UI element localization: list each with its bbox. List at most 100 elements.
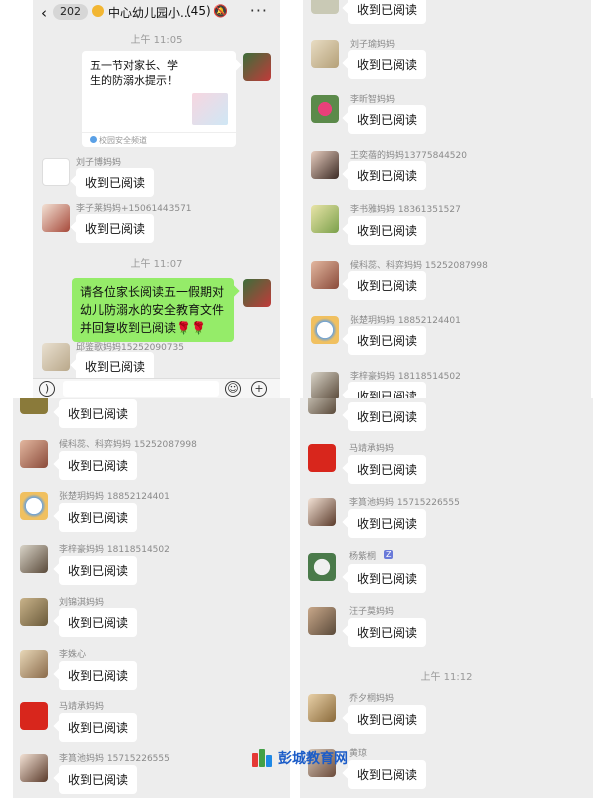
avatar[interactable] [308, 398, 336, 414]
divider [82, 132, 236, 133]
message-bubble[interactable]: 收到已阅读 [59, 661, 138, 690]
nickname-badge: Z [384, 550, 394, 559]
sender-nickname: 马靖承妈妈 [349, 444, 395, 454]
emoji-icon[interactable]: ☺ [225, 381, 241, 397]
message-bubble[interactable]: 收到已阅读 [348, 0, 427, 24]
chat-title: 中心幼儿园小... [108, 6, 192, 20]
article-thumbnail [192, 93, 228, 125]
avatar[interactable] [42, 204, 70, 232]
timestamp: 上午 11:07 [130, 259, 183, 270]
avatar[interactable] [311, 261, 339, 289]
avatar[interactable] [311, 372, 339, 398]
avatar[interactable] [311, 0, 339, 14]
more-icon[interactable]: ··· [250, 1, 268, 20]
message-bubble[interactable]: 收到已阅读 [76, 168, 155, 197]
sender-nickname: 候科蕊、科弈妈妈 15252087998 [350, 261, 488, 271]
message-bubble[interactable]: 收到已阅读 [348, 50, 427, 79]
sender-nickname: 刘子博妈妈 [76, 158, 122, 168]
message-bubble[interactable]: 收到已阅读 [59, 399, 138, 428]
avatar[interactable] [308, 607, 336, 635]
message-bubble[interactable]: 收到已阅读 [348, 509, 427, 538]
avatar[interactable] [311, 316, 339, 344]
chat-panel-4: 收到已阅读 马靖承妈妈 收到已阅读 李篔池妈妈 15715226555 收到已阅… [300, 398, 593, 798]
message-bubble[interactable]: 收到已阅读 [76, 214, 155, 243]
article-source: 校园安全频道 [90, 135, 147, 146]
avatar[interactable] [311, 205, 339, 233]
sender-nickname: 汪子莫妈妈 [349, 607, 395, 617]
sender-nickname: 刘子瑜妈妈 [350, 40, 396, 50]
avatar[interactable] [20, 702, 48, 730]
sender-nickname: 乔夕桐妈妈 [349, 694, 395, 704]
channel-icon [90, 136, 97, 143]
avatar[interactable] [243, 279, 271, 307]
watermark-text: 彭城教育网 [278, 751, 348, 767]
article-card[interactable]: 五一节对家长、学生的防溺水提示！ 校园安全频道 [82, 51, 236, 147]
message-bubble[interactable]: 收到已阅读 [348, 455, 427, 484]
message-bubble[interactable]: 收到已阅读 [348, 705, 427, 734]
sender-nickname: 李昕智妈妈 [350, 95, 396, 105]
watermark: 彭城教育网 [252, 748, 348, 768]
avatar[interactable] [308, 694, 336, 722]
message-bubble[interactable]: 收到已阅读 [59, 765, 138, 794]
sender-nickname: 张楚玥妈妈 18852124401 [59, 492, 170, 502]
sender-nickname: 李梓豪妈妈 18118514502 [350, 372, 461, 382]
mute-icon: 🔕 [213, 4, 228, 18]
message-bubble[interactable]: 收到已阅读 [348, 382, 427, 398]
avatar[interactable] [311, 95, 339, 123]
plus-icon[interactable]: + [251, 381, 267, 397]
avatar[interactable] [308, 444, 336, 472]
sender-nickname: 李篔池妈妈 15715226555 [59, 754, 170, 764]
input-bar: ) ☺ + [33, 378, 280, 398]
message-bubble[interactable]: 收到已阅读 [348, 564, 427, 593]
message-bubble[interactable]: 收到已阅读 [59, 713, 138, 742]
sender-nickname: 王奕蓓的妈妈13775844520 [350, 151, 467, 161]
message-bubble[interactable]: 收到已阅读 [348, 326, 427, 355]
chat-panel-3: 收到已阅读 候科蕊、科弈妈妈 15252087998 收到已阅读 张楚玥妈妈 1… [13, 398, 290, 798]
message-bubble[interactable]: 收到已阅读 [348, 216, 427, 245]
sender-nickname: 马靖承妈妈 [59, 702, 105, 712]
back-icon[interactable]: ‹ [41, 4, 47, 22]
voice-icon[interactable]: ) [39, 381, 55, 397]
avatar[interactable] [20, 754, 48, 782]
message-bubble[interactable]: 收到已阅读 [59, 556, 138, 585]
message-bubble[interactable]: 收到已阅读 [348, 618, 427, 647]
sender-nickname: 黄琼 [349, 749, 368, 759]
message-bubble[interactable]: 收到已阅读 [348, 271, 427, 300]
chat-panel-1: ‹ 202 中心幼儿园小... (45) 🔕 ··· 上午 11:05 五一节对… [33, 0, 280, 398]
watermark-logo-icon [252, 749, 274, 767]
message-bubble[interactable]: 收到已阅读 [348, 402, 427, 431]
avatar[interactable] [243, 53, 271, 81]
message-bubble[interactable]: 收到已阅读 [76, 352, 155, 381]
sender-nickname: 杨紫桐 [349, 552, 377, 562]
sender-nickname: 李子莱妈妈+15061443571 [76, 204, 192, 214]
avatar[interactable] [20, 545, 48, 573]
avatar[interactable] [308, 553, 336, 581]
avatar[interactable] [20, 398, 48, 414]
message-bubble[interactable]: 收到已阅读 [348, 760, 427, 789]
sender-nickname: 李姝心 [59, 650, 87, 660]
avatar[interactable] [42, 158, 70, 186]
sender-nickname: 刘锦淇妈妈 [59, 598, 105, 608]
message-bubble[interactable]: 收到已阅读 [348, 161, 427, 190]
notice-message[interactable]: 请各位家长阅读五一假期对幼儿防溺水的安全教育文件并回复收到已阅读🌹🌹 [72, 278, 234, 342]
sunflower-icon [92, 5, 104, 17]
avatar[interactable] [311, 40, 339, 68]
message-bubble[interactable]: 收到已阅读 [59, 608, 138, 637]
avatar[interactable] [311, 151, 339, 179]
article-source-label: 校园安全频道 [99, 136, 147, 145]
avatar[interactable] [42, 343, 70, 371]
avatar[interactable] [20, 650, 48, 678]
message-bubble[interactable]: 收到已阅读 [59, 451, 138, 480]
avatar[interactable] [308, 498, 336, 526]
message-bubble[interactable]: 收到已阅读 [59, 503, 138, 532]
screenshot-collage: ‹ 202 中心幼儿园小... (45) 🔕 ··· 上午 11:05 五一节对… [0, 0, 600, 798]
unread-count-badge[interactable]: 202 [53, 4, 88, 20]
message-bubble[interactable]: 收到已阅读 [348, 105, 427, 134]
avatar[interactable] [20, 598, 48, 626]
timestamp: 上午 11:12 [420, 672, 473, 683]
message-input[interactable] [63, 381, 219, 397]
avatar[interactable] [20, 440, 48, 468]
article-title: 五一节对家长、学生的防溺水提示！ [90, 59, 178, 87]
avatar[interactable] [20, 492, 48, 520]
sender-nickname: 李梓豪妈妈 18118514502 [59, 545, 170, 555]
